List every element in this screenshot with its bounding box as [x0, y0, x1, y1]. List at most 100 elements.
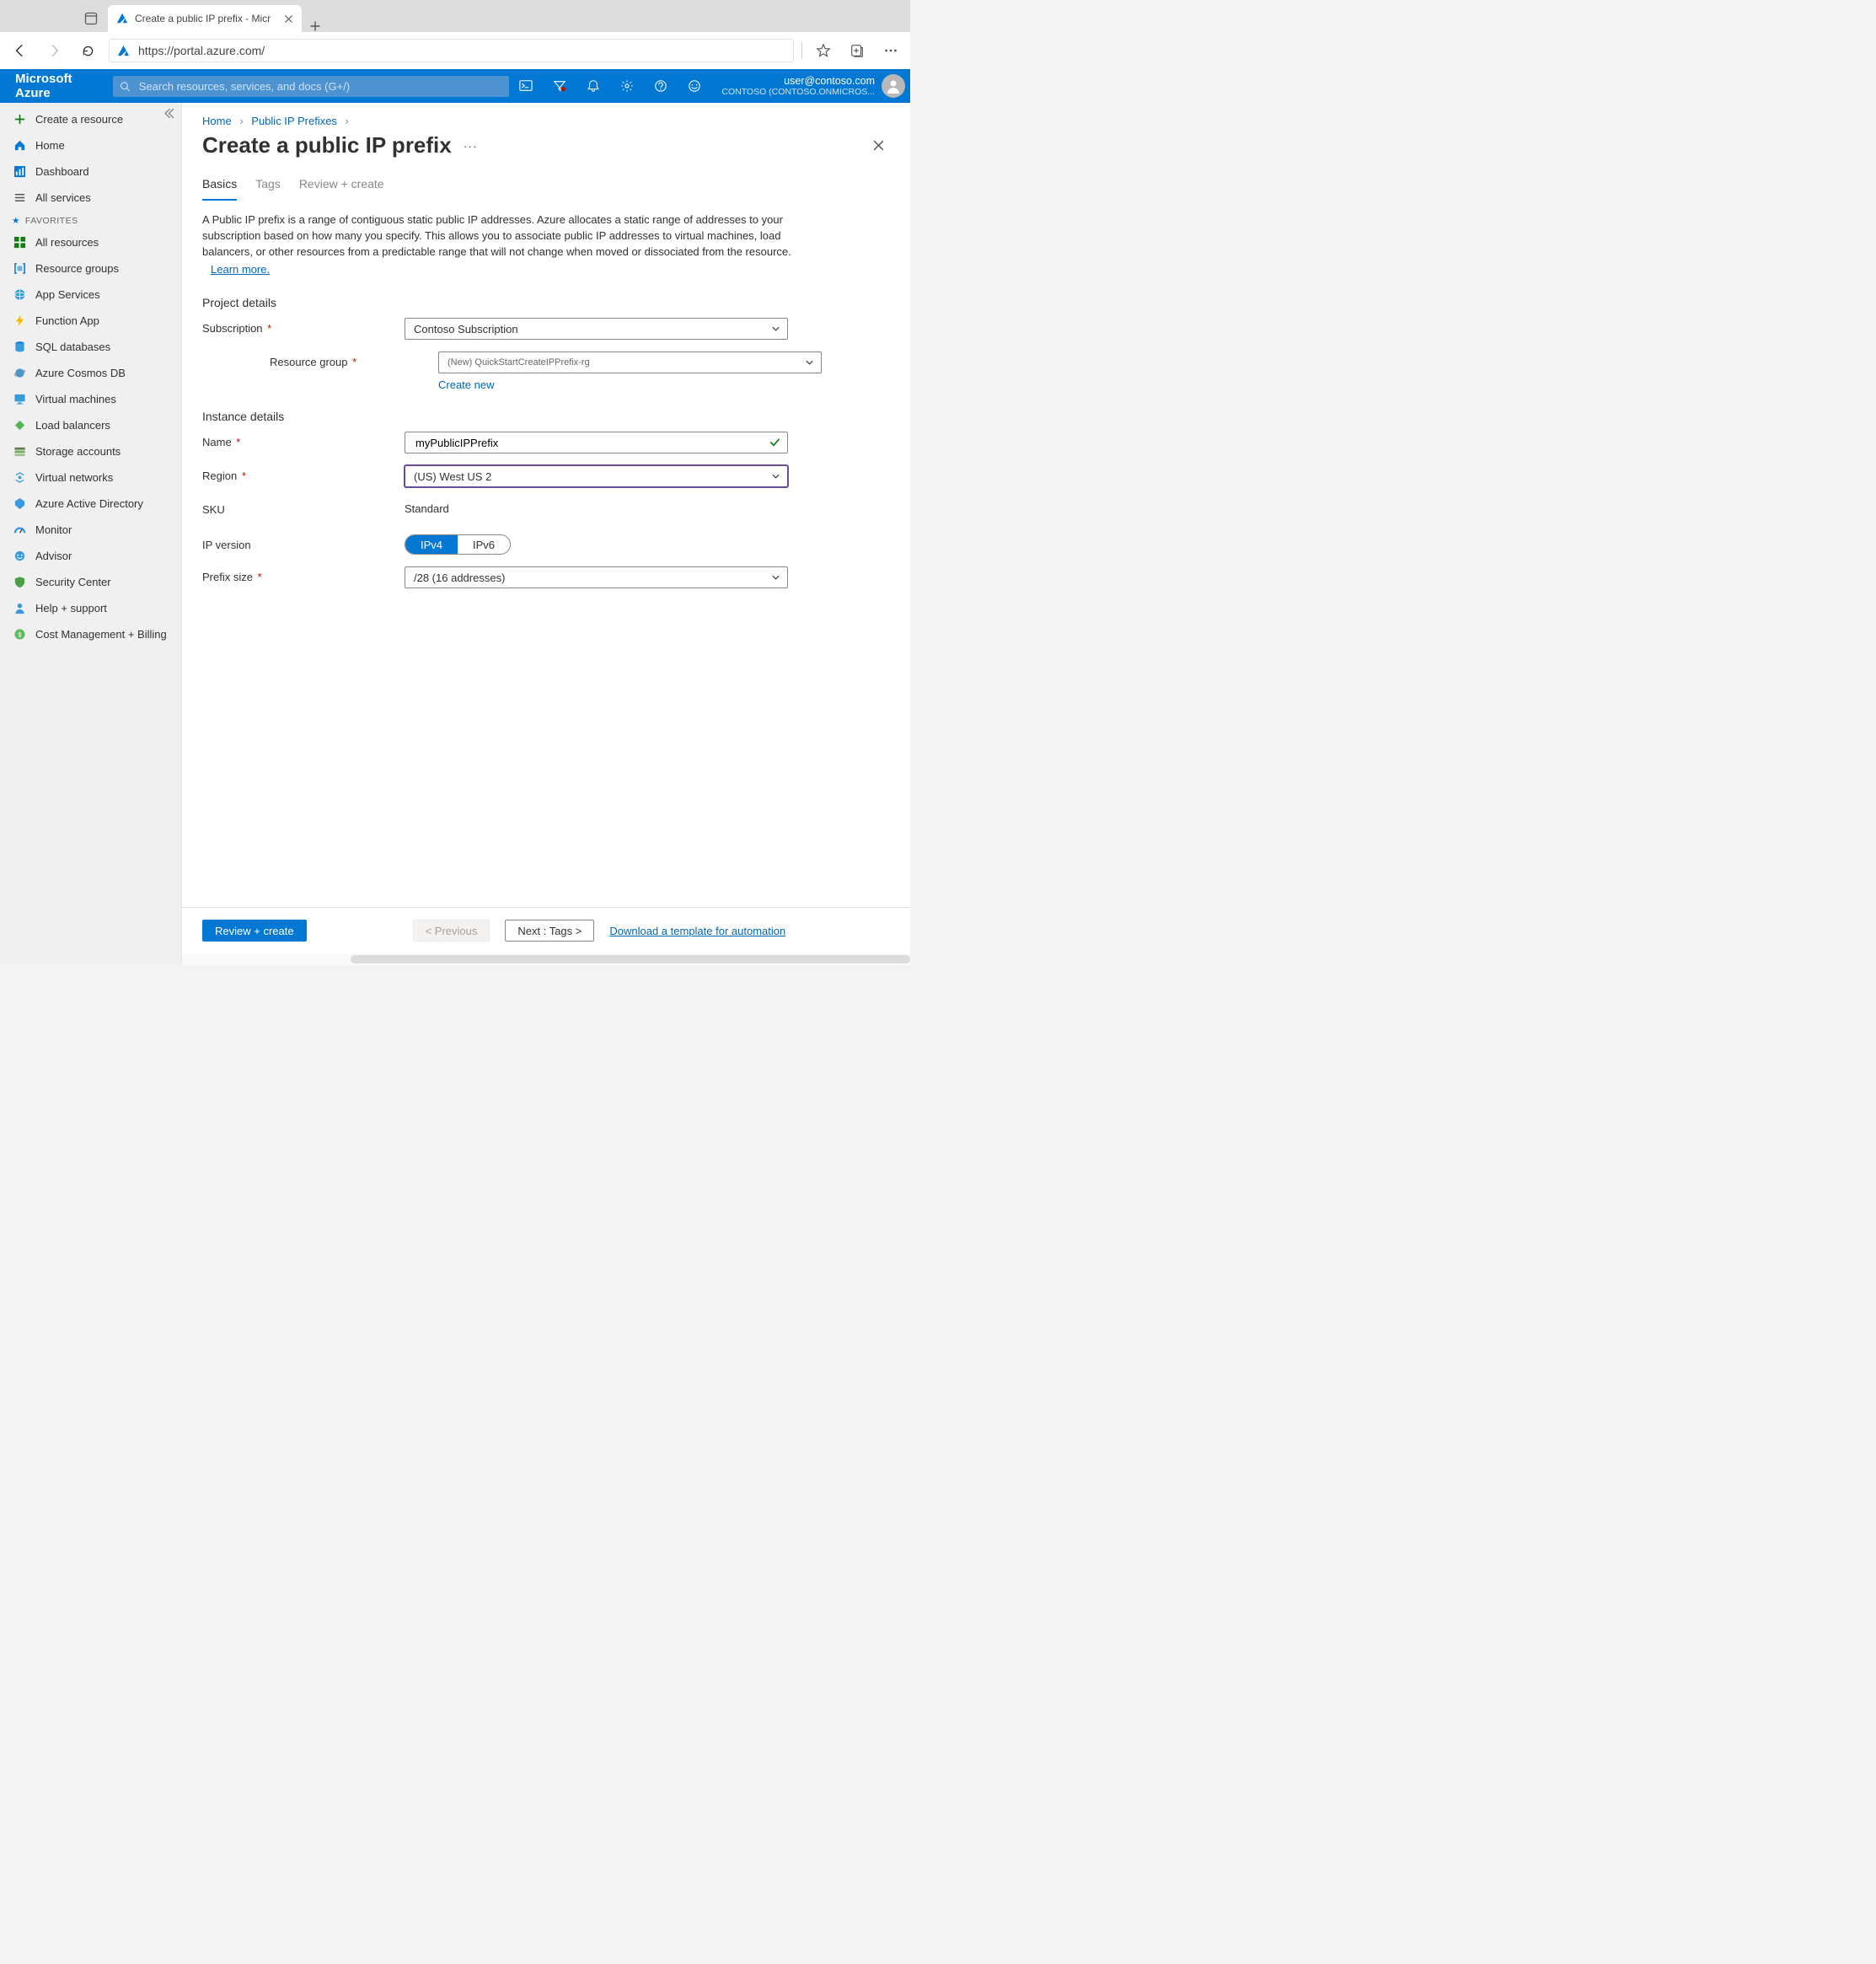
- address-text: https://portal.azure.com/: [138, 44, 265, 57]
- sidebar-item-resource-groups[interactable]: Resource groups: [0, 255, 181, 282]
- tenant-name: CONTOSO (CONTOSO.ONMICROS...: [721, 87, 875, 97]
- collapse-sidebar-icon[interactable]: [163, 108, 174, 119]
- back-button[interactable]: [7, 37, 34, 64]
- cost-icon: $: [12, 627, 27, 642]
- tab-review[interactable]: Review + create: [299, 172, 384, 201]
- label-subscription: Subscription *: [202, 318, 405, 335]
- favorite-icon[interactable]: [811, 38, 836, 63]
- footer: Review + create < Previous Next : Tags >…: [182, 907, 910, 953]
- chevron-down-icon: [771, 573, 780, 582]
- browser-menu-icon[interactable]: [878, 38, 903, 63]
- search-box[interactable]: [113, 76, 509, 97]
- learn-more-link[interactable]: Learn more.: [211, 262, 809, 278]
- grid-icon: [12, 235, 27, 250]
- sidebar-item-help-support[interactable]: Help + support: [0, 595, 181, 621]
- breadcrumb: Home › Public IP Prefixes ›: [182, 103, 910, 132]
- browser-tab-active[interactable]: Create a public IP prefix - Micr: [108, 5, 302, 32]
- sidebar-all-services[interactable]: All services: [0, 185, 181, 211]
- shield-icon: [12, 575, 27, 590]
- sidebar-favorites-heading: ★FAVORITES: [0, 211, 181, 229]
- tab-basics[interactable]: Basics: [202, 172, 237, 201]
- sidebar-item-load-balancers[interactable]: Load balancers: [0, 412, 181, 438]
- sidebar-item-cost-management[interactable]: $Cost Management + Billing: [0, 621, 181, 647]
- chevron-down-icon: [771, 472, 780, 481]
- more-options-icon[interactable]: ···: [464, 139, 478, 153]
- sidebar-item-advisor[interactable]: Advisor: [0, 543, 181, 569]
- browser-chrome: Create a public IP prefix - Micr https:/…: [0, 0, 910, 69]
- sidebar-home[interactable]: Home: [0, 132, 181, 158]
- azure-brand[interactable]: Microsoft Azure: [0, 72, 113, 100]
- chevron-right-icon: ›: [239, 115, 243, 127]
- next-button[interactable]: Next : Tags >: [505, 920, 594, 942]
- input-name-wrapper: [405, 432, 788, 453]
- new-tab-button[interactable]: [302, 20, 329, 32]
- label-ip-version: IP version: [202, 534, 405, 551]
- page-title: Create a public IP prefix: [202, 132, 452, 158]
- sidebar-item-app-services[interactable]: App Services: [0, 282, 181, 308]
- sidebar-item-function-app[interactable]: Function App: [0, 308, 181, 334]
- advisor-icon: [12, 549, 27, 564]
- sidebar-item-virtual-networks[interactable]: Virtual networks: [0, 464, 181, 491]
- create-new-link[interactable]: Create new: [438, 378, 494, 391]
- close-blade-icon[interactable]: [872, 139, 890, 152]
- lightning-icon: [12, 314, 27, 329]
- feedback-icon[interactable]: [678, 69, 711, 103]
- tab-manager-icon[interactable]: [74, 5, 108, 32]
- bracket-icon: [12, 261, 27, 276]
- collections-icon[interactable]: [844, 38, 870, 63]
- breadcrumb-current[interactable]: Public IP Prefixes: [251, 115, 337, 127]
- label-prefix-size: Prefix size *: [202, 566, 405, 583]
- toggle-ipv6[interactable]: IPv6: [458, 535, 510, 554]
- toggle-ipv4[interactable]: IPv4: [405, 535, 458, 554]
- address-bar[interactable]: https://portal.azure.com/: [108, 38, 795, 63]
- select-resource-group[interactable]: (New) QuickStartCreateIPPrefix-rg: [438, 351, 822, 373]
- sidebar-item-all-resources[interactable]: All resources: [0, 229, 181, 255]
- plus-icon: [12, 112, 27, 127]
- sidebar-item-cosmos-db[interactable]: Azure Cosmos DB: [0, 360, 181, 386]
- cosmos-icon: [12, 366, 27, 381]
- previous-button: < Previous: [413, 920, 490, 942]
- user-email: user@contoso.com: [721, 75, 875, 87]
- select-prefix-size[interactable]: /28 (16 addresses): [405, 566, 788, 588]
- select-subscription[interactable]: Contoso Subscription: [405, 318, 788, 340]
- section-project-details: Project details: [202, 296, 890, 309]
- directory-filter-icon[interactable]: [543, 69, 576, 103]
- label-resource-group: Resource group *: [270, 351, 438, 368]
- account-menu[interactable]: user@contoso.com CONTOSO (CONTOSO.ONMICR…: [711, 74, 910, 98]
- review-create-button[interactable]: Review + create: [202, 920, 307, 942]
- forward-button[interactable]: [40, 37, 67, 64]
- horizontal-scrollbar[interactable]: [182, 953, 910, 965]
- close-tab-icon[interactable]: [284, 14, 293, 24]
- sidebar-item-sql-databases[interactable]: SQL databases: [0, 334, 181, 360]
- settings-icon[interactable]: [610, 69, 644, 103]
- label-region: Region *: [202, 465, 405, 482]
- input-name[interactable]: [414, 436, 764, 450]
- tab-title: Create a public IP prefix - Micr: [135, 13, 277, 24]
- select-region[interactable]: (US) West US 2: [405, 465, 788, 487]
- download-template-link[interactable]: Download a template for automation: [609, 925, 785, 937]
- database-icon: [12, 340, 27, 355]
- cloud-shell-icon[interactable]: [509, 69, 543, 103]
- search-input[interactable]: [137, 79, 503, 94]
- sidebar-item-monitor[interactable]: Monitor: [0, 517, 181, 543]
- value-sku: Standard: [405, 499, 788, 515]
- sidebar: Create a resource Home Dashboard All ser…: [0, 103, 182, 965]
- list-icon: [12, 190, 27, 206]
- sidebar-item-storage-accounts[interactable]: Storage accounts: [0, 438, 181, 464]
- browser-actions: [801, 38, 903, 63]
- sidebar-dashboard[interactable]: Dashboard: [0, 158, 181, 185]
- refresh-button[interactable]: [74, 37, 101, 64]
- sidebar-item-security-center[interactable]: Security Center: [0, 569, 181, 595]
- help-icon[interactable]: [644, 69, 678, 103]
- section-instance-details: Instance details: [202, 410, 890, 423]
- gauge-icon: [12, 523, 27, 538]
- breadcrumb-home[interactable]: Home: [202, 115, 232, 127]
- sidebar-item-azure-ad[interactable]: Azure Active Directory: [0, 491, 181, 517]
- search-icon: [120, 81, 130, 92]
- notifications-icon[interactable]: [576, 69, 610, 103]
- avatar: [882, 74, 905, 98]
- tab-tags[interactable]: Tags: [255, 172, 281, 201]
- monitor-icon: [12, 392, 27, 407]
- sidebar-create-resource[interactable]: Create a resource: [0, 106, 181, 132]
- sidebar-item-virtual-machines[interactable]: Virtual machines: [0, 386, 181, 412]
